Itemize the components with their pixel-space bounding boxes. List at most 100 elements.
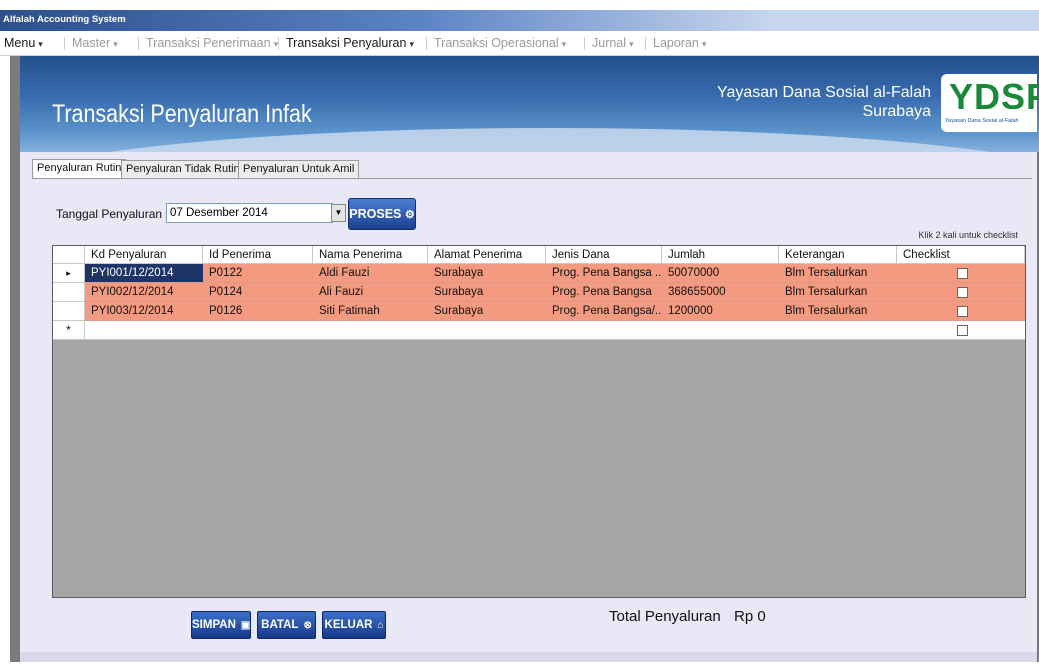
cell-jumlah[interactable]: 368655000 bbox=[662, 283, 779, 302]
menu-laporan-label: Laporan bbox=[653, 36, 699, 50]
cell-id-penerima[interactable]: P0122 bbox=[203, 264, 313, 283]
penyaluran-grid[interactable]: Kd Penyaluran Id Penerima Nama Penerima … bbox=[52, 245, 1026, 598]
menu-master-label: Master bbox=[72, 36, 111, 50]
date-label: Tanggal Penyaluran bbox=[56, 207, 163, 221]
window-bottom-strip bbox=[20, 652, 1037, 662]
grid-header-row: Kd Penyaluran Id Penerima Nama Penerima … bbox=[53, 246, 1025, 264]
menu-transaksi-penyaluran-label: Transaksi Penyaluran bbox=[286, 36, 407, 50]
checkbox[interactable] bbox=[957, 325, 968, 336]
menu-separator bbox=[584, 37, 585, 50]
menu-menu-label: Menu bbox=[4, 36, 36, 50]
menu-transaksi-penerimaan-label: Transaksi Penerimaan bbox=[146, 36, 271, 50]
cell-alamat-penerima[interactable]: Surabaya bbox=[428, 264, 546, 283]
form-title: Transaksi Penyaluran Infak bbox=[52, 100, 312, 128]
menu-transaksi-penerimaan[interactable]: Transaksi Penerimaan ▾ bbox=[146, 36, 278, 50]
column-header-jumlah[interactable]: Jumlah bbox=[662, 246, 779, 264]
date-picker-input[interactable]: 07 Desember 2014 bbox=[166, 203, 333, 223]
cell-kd-penyaluran[interactable]: PYI003/12/2014 bbox=[85, 302, 203, 321]
dropdown-arrow-icon[interactable]: ▼ bbox=[331, 204, 346, 222]
row-header[interactable] bbox=[53, 283, 85, 302]
cell-checklist[interactable] bbox=[897, 302, 1025, 321]
tab-penyaluran-tidak-rutin[interactable]: Penyaluran Tidak Rutin bbox=[121, 160, 245, 178]
row-header[interactable] bbox=[53, 302, 85, 321]
menu-transaksi-operasional[interactable]: Transaksi Operasional ▾ bbox=[434, 36, 566, 50]
tab-underline bbox=[32, 178, 1032, 179]
column-header-nama-penerima[interactable]: Nama Penerima bbox=[313, 246, 428, 264]
chevron-down-icon: ▾ bbox=[701, 39, 707, 49]
disk-icon: ▣ bbox=[240, 620, 251, 631]
cell-jenis-dana[interactable]: Prog. Pena Bangsa bbox=[546, 283, 662, 302]
table-row[interactable]: ▸ PYI001/12/2014 P0122 Aldi Fauzi Suraba… bbox=[53, 264, 1025, 283]
chevron-down-icon: ▾ bbox=[629, 39, 634, 49]
cell-nama-penerima[interactable]: Siti Fatimah bbox=[313, 302, 428, 321]
cell-checklist[interactable] bbox=[897, 283, 1025, 302]
home-icon: ⌂ bbox=[377, 620, 384, 631]
logo-mark: YDSF bbox=[949, 76, 1039, 117]
header-banner: Transaksi Penyaluran Infak Yayasan Dana … bbox=[20, 56, 1039, 152]
cell-jumlah[interactable]: 50070000 bbox=[662, 264, 779, 283]
column-header-id-penerima[interactable]: Id Penerima bbox=[203, 246, 313, 264]
checkbox[interactable] bbox=[957, 287, 968, 298]
organization-name: Yayasan Dana Sosial al-Falah bbox=[716, 84, 931, 101]
menu-separator bbox=[64, 37, 65, 50]
menu-laporan[interactable]: Laporan ▾ bbox=[653, 36, 706, 50]
cell-keterangan[interactable]: Blm Tersalurkan bbox=[779, 302, 897, 321]
cell-nama-penerima[interactable]: Ali Fauzi bbox=[313, 283, 428, 302]
chevron-down-icon: ▾ bbox=[38, 39, 43, 49]
proses-button-label: PROSES bbox=[349, 207, 402, 221]
chevron-down-icon: ▾ bbox=[113, 39, 118, 49]
cell-jumlah[interactable]: 1200000 bbox=[662, 302, 779, 321]
keluar-button[interactable]: KELUAR ⌂ bbox=[322, 611, 386, 639]
new-row-asterisk-icon[interactable]: * bbox=[53, 321, 85, 340]
app-title: Alfalah Accounting System bbox=[3, 14, 126, 25]
cell-jenis-dana[interactable]: Prog. Pena Bangsa/... bbox=[546, 302, 662, 321]
cell-nama-penerima[interactable]: Aldi Fauzi bbox=[313, 264, 428, 283]
banner-swoosh bbox=[20, 128, 1039, 152]
batal-button[interactable]: BATAL ⊗ bbox=[257, 611, 316, 639]
cell-keterangan[interactable]: Blm Tersalurkan bbox=[779, 264, 897, 283]
title-bar: Alfalah Accounting System bbox=[0, 10, 1039, 31]
batal-button-label: BATAL bbox=[261, 619, 299, 631]
table-row[interactable]: PYI002/12/2014 P0124 Ali Fauzi Surabaya … bbox=[53, 283, 1025, 302]
checklist-hint: Klik 2 kali untuk checklist bbox=[918, 230, 1018, 240]
cell-checklist[interactable] bbox=[897, 264, 1025, 283]
menu-separator bbox=[278, 37, 279, 50]
proses-button[interactable]: PROSES ⚙ bbox=[348, 198, 416, 230]
cell-alamat-penerima[interactable]: Surabaya bbox=[428, 302, 546, 321]
menu-separator bbox=[645, 37, 646, 50]
menu-menu[interactable]: Menu ▾ bbox=[4, 36, 43, 50]
cell-jenis-dana[interactable]: Prog. Pena Bangsa ... bbox=[546, 264, 662, 283]
menu-bar: Menu ▾ Master ▾ Transaksi Penerimaan ▾ Tran… bbox=[0, 31, 1039, 56]
simpan-button[interactable]: SIMPAN ▣ bbox=[191, 611, 251, 639]
checkbox[interactable] bbox=[957, 268, 968, 279]
menu-separator bbox=[426, 37, 427, 50]
menu-transaksi-operasional-label: Transaksi Operasional bbox=[434, 36, 559, 50]
row-pointer-icon[interactable]: ▸ bbox=[53, 264, 85, 283]
cell-id-penerima[interactable]: P0126 bbox=[203, 302, 313, 321]
tab-penyaluran-untuk-amil[interactable]: Penyaluran Untuk Amil bbox=[238, 160, 360, 178]
checkbox[interactable] bbox=[957, 306, 968, 317]
cell-id-penerima[interactable]: P0124 bbox=[203, 283, 313, 302]
column-header-kd-penyaluran[interactable]: Kd Penyaluran bbox=[85, 246, 203, 264]
ydsf-logo: YDSF Yayasan Dana Sosial al-Falah bbox=[941, 74, 1039, 132]
cell-alamat-penerima[interactable]: Surabaya bbox=[428, 283, 546, 302]
chevron-down-icon: ▾ bbox=[561, 39, 567, 49]
grid-corner-cell bbox=[53, 246, 85, 264]
cell-keterangan[interactable]: Blm Tersalurkan bbox=[779, 283, 897, 302]
column-header-alamat-penerima[interactable]: Alamat Penerima bbox=[428, 246, 546, 264]
cell-kd-penyaluran[interactable]: PYI001/12/2014 bbox=[85, 264, 203, 283]
column-header-checklist[interactable]: Checklist bbox=[897, 246, 1025, 264]
menu-separator bbox=[138, 37, 139, 50]
menu-jurnal-label: Jurnal bbox=[592, 36, 627, 50]
new-row[interactable]: * bbox=[53, 321, 1025, 340]
cancel-icon: ⊗ bbox=[303, 620, 312, 631]
column-header-jenis-dana[interactable]: Jenis Dana bbox=[546, 246, 662, 264]
column-header-keterangan[interactable]: Keterangan bbox=[779, 246, 897, 264]
new-row-cells[interactable] bbox=[85, 321, 1025, 340]
menu-jurnal[interactable]: Jurnal ▾ bbox=[592, 36, 634, 50]
table-row[interactable]: PYI003/12/2014 P0126 Siti Fatimah Suraba… bbox=[53, 302, 1025, 321]
cell-kd-penyaluran[interactable]: PYI002/12/2014 bbox=[85, 283, 203, 302]
menu-master[interactable]: Master ▾ bbox=[72, 36, 118, 50]
tab-penyaluran-rutin[interactable]: Penyaluran Rutin bbox=[32, 159, 127, 179]
menu-transaksi-penyaluran[interactable]: Transaksi Penyaluran ▾ bbox=[286, 36, 414, 50]
